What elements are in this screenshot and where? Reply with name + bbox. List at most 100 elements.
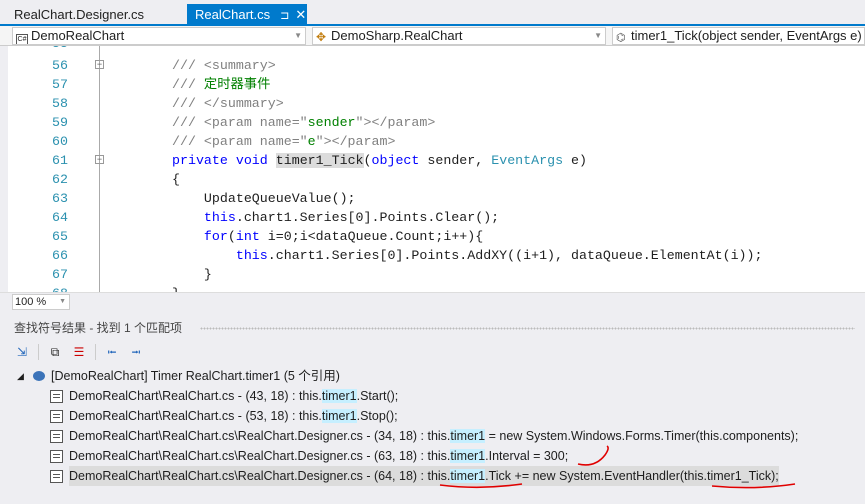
code-text: this.chart1.Series[0].Points.AddXY((i+1)… [172,246,763,265]
reference-icon [50,450,63,463]
member-label: timer1_Tick(object sender, EventArgs e) [631,28,862,43]
zoom-dropdown[interactable]: 100 % ▼ [12,294,70,310]
project-dropdown[interactable]: C# DemoRealChart ▼ [12,27,306,45]
code-token: for [203,229,228,244]
tree-root[interactable]: ◢ [DemoRealChart] Timer RealChart.timer1… [0,366,865,386]
collapse-icon[interactable]: − [95,60,104,69]
go-to-location-icon[interactable]: ⇲ [14,344,30,360]
previous-result-icon[interactable]: ⭰ [104,344,120,360]
expand-icon[interactable]: ◢ [17,366,24,386]
result-suffix: .Stop(); [356,409,398,423]
code-token: object [371,153,420,168]
code-token: <param name=" [203,115,308,130]
code-token: <summary> [203,58,276,73]
code-token: e) [563,153,588,168]
result-row[interactable]: DemoRealChart\RealChart.cs - (43, 18) : … [0,386,865,406]
code-token: this [203,210,236,225]
code-line: 59 /// <param name="sender"></param> [0,113,865,132]
result-text: DemoRealChart\RealChart.cs\RealChart.Des… [69,426,798,446]
code-text: UpdateQueueValue(); [172,189,356,208]
result-text: DemoRealChart\RealChart.cs - (43, 18) : … [69,386,398,406]
find-symbol-results-title: 查找符号结果 - 找到 1 个匹配项 [0,318,865,338]
reference-icon [50,390,63,403]
document-tabs: RealChart.Designer.cs RealChart.cs ⊐ ✕ [0,0,865,26]
method-icon: ⌬ [616,32,626,44]
result-suffix: .Start(); [356,389,399,403]
result-row[interactable]: DemoRealChart\RealChart.cs - (53, 18) : … [0,406,865,426]
code-token: private [172,153,228,168]
clear-all-icon[interactable]: ☰ [71,344,87,360]
line-number: 58 [52,96,68,111]
code-token: UpdateQueueValue(); [172,191,356,206]
title-grip [200,327,855,330]
code-token: this [235,248,268,263]
pin-icon[interactable]: ⊐ [280,10,289,22]
result-row[interactable]: DemoRealChart\RealChart.cs\RealChart.Des… [0,426,865,446]
copy-icon[interactable]: ⧉ [47,344,63,360]
chevron-down-icon: ▼ [294,31,302,40]
next-result-icon[interactable]: ⭲ [128,344,144,360]
code-token: { [172,172,180,187]
reference-icon [50,430,63,443]
tab-designer[interactable]: RealChart.Designer.cs [6,4,152,26]
result-text: DemoRealChart\RealChart.cs - (53, 18) : … [69,406,398,426]
code-text: for(int i=0;i<dataQueue.Count;i++){ [172,227,483,246]
code-text: private void timer1_Tick(object sender, … [172,151,587,170]
code-token: sender [307,115,356,130]
code-line: 65 for(int i=0;i<dataQueue.Count;i++){ [0,227,865,246]
code-text: { [172,170,180,189]
result-suffix: .Tick += new System.EventHandler(this.ti… [485,469,779,483]
match-highlight: timer1 [450,449,486,463]
code-token: ( [363,153,372,168]
collapse-icon[interactable]: − [95,155,104,164]
reference-icon [50,410,63,423]
code-token: /// [172,115,204,130]
member-dropdown[interactable]: ⌬ timer1_Tick(object sender, EventArgs e) [612,27,865,45]
code-token: .chart1.Series[0].Points.AddXY((i+1), da… [267,248,763,263]
line-number: 57 [52,77,68,92]
tab-realchart[interactable]: RealChart.cs ⊐ ✕ [187,4,307,26]
line-number: 63 [52,191,68,206]
result-row[interactable]: DemoRealChart\RealChart.cs\RealChart.Des… [0,466,865,486]
line-number: 68 [30,284,68,292]
code-token: "></param> [315,134,396,149]
zoom-bar: 100 % ▼ [0,292,865,310]
class-icon: ✥ [316,30,327,44]
code-line: 61 − private void timer1_Tick(object sende… [0,151,865,170]
code-line: 66 this.chart1.Series[0].Points.AddXY((i… [0,246,865,265]
class-dropdown[interactable]: ✥ DemoSharp.RealChart ▼ [312,27,606,45]
code-line: 55 [0,46,865,53]
match-highlight: timer1 [450,469,486,483]
code-text: /// </summary> [172,94,284,113]
field-icon [33,371,45,381]
code-token: /// [172,58,204,73]
result-suffix: = new System.Windows.Forms.Timer(this.co… [485,429,799,443]
code-token: } [172,267,212,282]
result-prefix: DemoRealChart\RealChart.cs\RealChart.Des… [69,449,451,463]
line-number: 56 [52,58,68,73]
code-token: sender, [419,153,492,168]
code-text: } [172,284,180,292]
code-token: 定时器事件 [203,77,271,92]
code-line: 60 /// <param name="e"></param> [0,132,865,151]
code-editor[interactable]: 55 56 − /// <summary> 57 /// 定时器事件 58 /// </su… [0,46,865,292]
chevron-down-icon: ▼ [594,31,602,40]
code-text: /// <param name="e"></param> [172,132,395,151]
result-prefix: DemoRealChart\RealChart.cs - (43, 18) : … [69,389,322,403]
csharp-icon: C# [16,34,28,44]
code-line: 63 UpdateQueueValue(); [0,189,865,208]
project-label: DemoRealChart [31,28,125,43]
root-label: [DemoRealChart] Timer RealChart.timer1 (… [51,369,340,383]
code-token: e [307,134,316,149]
result-row[interactable]: DemoRealChart\RealChart.cs\RealChart.Des… [0,446,865,466]
code-line: 67 } [0,265,865,284]
code-text: /// 定时器事件 [172,75,270,94]
code-token: /// [172,96,204,111]
code-token: int [235,229,260,244]
close-icon[interactable]: ✕ [295,7,306,22]
